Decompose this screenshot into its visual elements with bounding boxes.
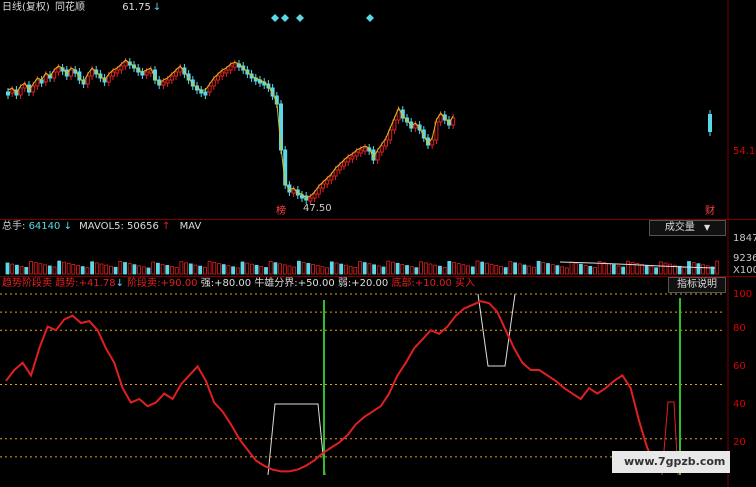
indicator-chart (0, 293, 724, 476)
trend-series-line (5, 300, 665, 473)
watermark-text: www.7gpzb.com (624, 455, 726, 468)
indicator-axis-20: 20 (733, 437, 746, 448)
indicator-axis-60: 60 (733, 361, 746, 372)
stage-box (267, 403, 326, 476)
indicator-axis-40: 40 (733, 399, 746, 410)
indicator-axis-80: 80 (733, 323, 746, 334)
indicator-axis-100: 100 (733, 289, 753, 300)
